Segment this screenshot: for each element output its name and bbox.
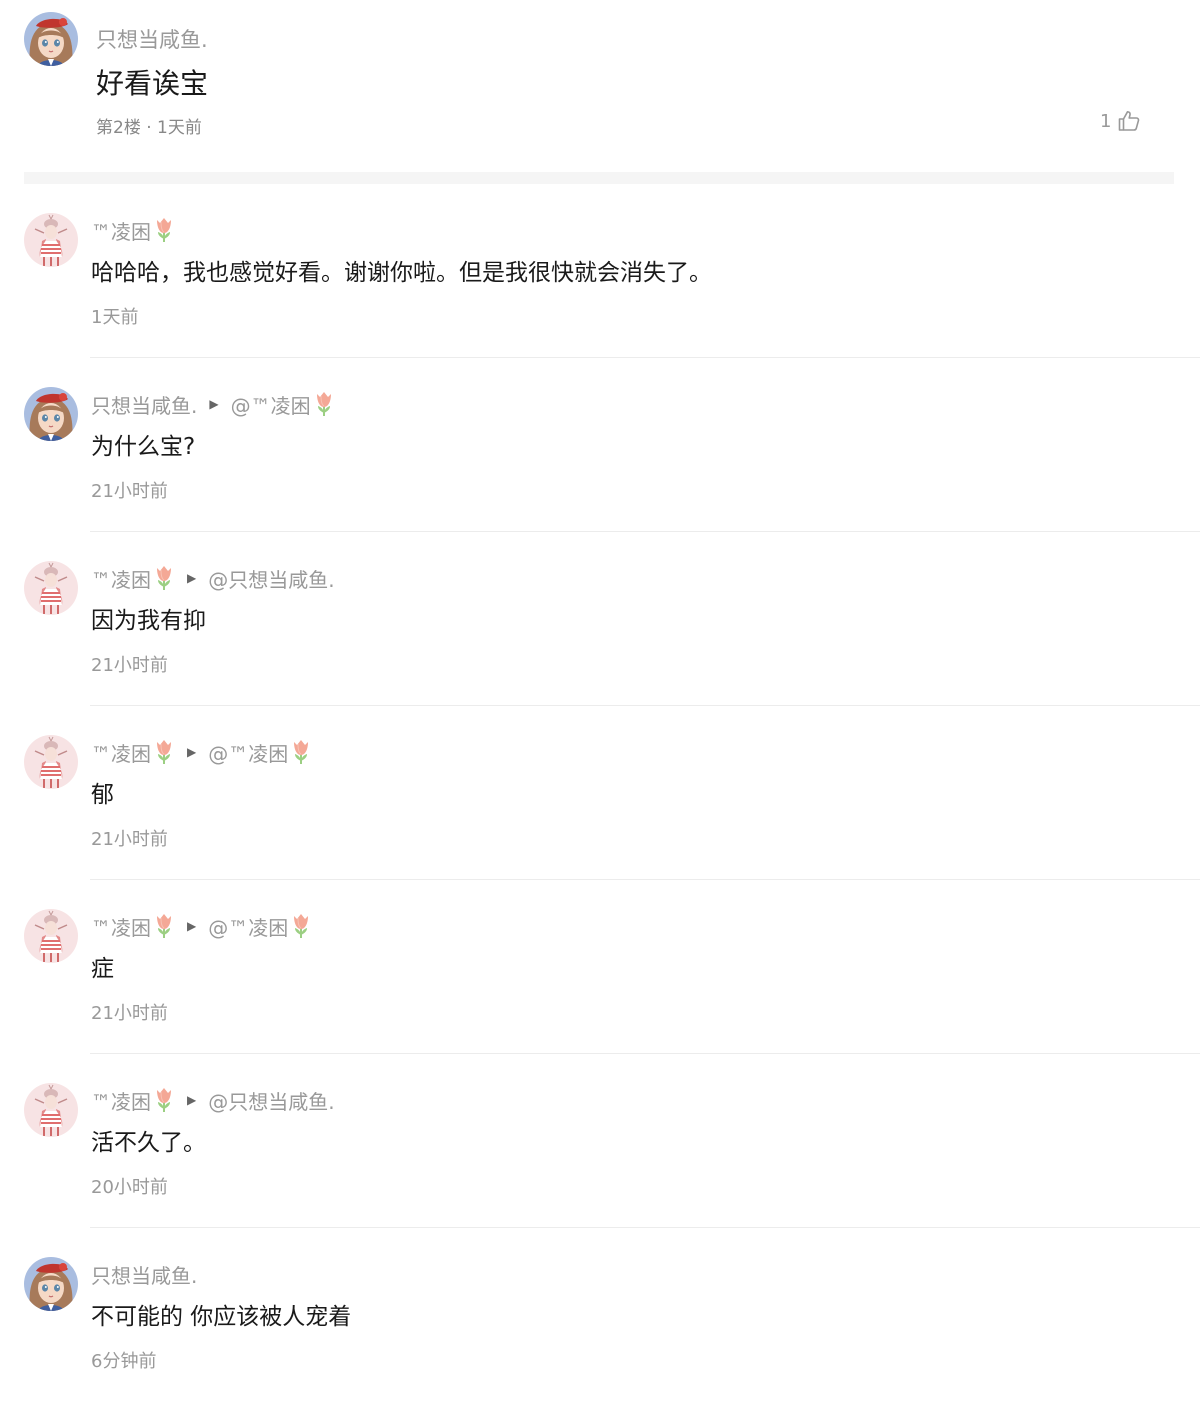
reply-time: 21小时前 [91,655,168,676]
tulip-girl-avatar-icon[interactable] [24,735,78,789]
tulip-icon [153,217,175,243]
reply-arrow-icon: ▶ [209,397,219,411]
reply-time: 21小时前 [91,481,168,502]
tulip-icon [153,913,175,939]
reply-item[interactable]: ™凌困哈哈哈，我也感觉好看。谢谢你啦。但是我很快就会消失了。 1天前 [0,184,1200,358]
reply-target[interactable]: @只想当咸鱼. [208,564,334,593]
reply-text: 因为我有抑 [91,608,206,634]
tulip-icon [153,565,175,591]
reply-arrow-icon: ▶ [187,1093,197,1107]
reply-item[interactable]: ™凌困 ▶ @™凌困症 21小时前 [0,880,1200,1054]
tulip-icon [153,739,175,765]
reply-text: 郁 [91,782,114,808]
tulip-girl-avatar-icon[interactable] [24,1083,78,1137]
reply-author[interactable]: ™凌困 [91,912,151,941]
tulip-icon [290,913,312,939]
tulip-icon [290,739,312,765]
reply-item[interactable]: 只想当咸鱼. 不可能的 你应该被人宠着 6分钟前 [0,1228,1200,1402]
reply-time: 1天前 [91,307,139,328]
reply-arrow-icon: ▶ [187,571,197,585]
reply-time: 6分钟前 [91,1351,157,1372]
reply-target[interactable]: @™凌困 [208,738,288,767]
reply-text: 不可能的 你应该被人宠着 [91,1304,352,1330]
reply-author[interactable]: 只想当咸鱼. [91,390,197,419]
reply-header: ™凌困 ▶ @™凌困 [91,912,312,940]
comment-meta: 第2楼 · 1天前 [96,118,202,138]
reply-header: ™凌困 ▶ @只想当咸鱼. [91,1086,335,1114]
reply-author[interactable]: 只想当咸鱼. [91,1260,197,1289]
reply-text: 活不久了。 [91,1130,206,1156]
tulip-girl-avatar-icon[interactable] [24,213,78,267]
like-count: 1 [1100,110,1112,132]
reply-arrow-icon: ▶ [187,919,197,933]
reply-header: ™凌困 ▶ @™凌困 [91,738,312,766]
comment-content: 好看诶宝 [96,67,209,100]
reply-text: 为什么宝? [91,434,196,460]
reply-header: 只想当咸鱼. [91,1260,197,1288]
reply-item[interactable]: 只想当咸鱼. ▶ @™凌困为什么宝? 21小时前 [0,358,1200,532]
reply-author[interactable]: ™凌困 [91,216,151,245]
thumbs-up-icon [1119,111,1140,131]
tulip-icon [153,1087,175,1113]
reply-author[interactable]: ™凌困 [91,564,151,593]
reply-target[interactable]: @™凌困 [231,390,311,419]
tulip-girl-avatar-icon[interactable] [24,909,78,963]
anime-girl-avatar-icon[interactable] [24,12,78,66]
reply-header: 只想当咸鱼. ▶ @™凌困 [91,390,335,418]
reply-item[interactable]: ™凌困 ▶ @™凌困郁 21小时前 [0,706,1200,880]
reply-text: 哈哈哈，我也感觉好看。谢谢你啦。但是我很快就会消失了。 [91,260,712,286]
tulip-icon [313,391,335,417]
reply-text: 症 [91,956,114,982]
reply-header: ™凌困 [91,216,175,244]
tulip-girl-avatar-icon[interactable] [24,561,78,615]
reply-item[interactable]: ™凌困 ▶ @只想当咸鱼. 活不久了。 20小时前 [0,1054,1200,1228]
reply-author[interactable]: ™凌困 [91,738,151,767]
anime-girl-avatar-icon[interactable] [24,387,78,441]
reply-time: 21小时前 [91,829,168,850]
comment-username[interactable]: 只想当咸鱼. [96,24,208,54]
reply-author[interactable]: ™凌困 [91,1086,151,1115]
reply-arrow-icon: ▶ [187,745,197,759]
reply-item[interactable]: ™凌困 ▶ @只想当咸鱼. 因为我有抑 21小时前 [0,532,1200,706]
section-divider [24,172,1174,184]
anime-girl-avatar-icon[interactable] [24,1257,78,1311]
reply-time: 20小时前 [91,1177,168,1198]
reply-target[interactable]: @只想当咸鱼. [208,1086,334,1115]
reply-target[interactable]: @™凌困 [208,912,288,941]
main-comment: 只想当咸鱼. 好看诶宝 第2楼 · 1天前 1 [0,0,1200,172]
reply-time: 21小时前 [91,1003,168,1024]
like-button[interactable]: 1 [1100,106,1141,136]
reply-header: ™凌困 ▶ @只想当咸鱼. [91,564,335,592]
